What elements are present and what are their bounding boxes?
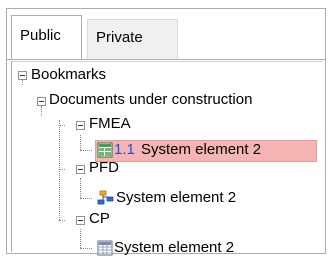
tab-public[interactable]: Public xyxy=(11,15,82,59)
collapse-toggle-bookmarks[interactable] xyxy=(18,71,27,80)
tab-strip: Public Private xyxy=(7,9,325,60)
tree-connector xyxy=(80,248,92,249)
tree-node-pfd-system-element-2[interactable]: System element 2 xyxy=(116,188,236,208)
bookmarks-panel: Public Private Bookmarks Documents under… xyxy=(6,8,326,256)
tree-node-cp-system-element-2[interactable]: System element 2 xyxy=(114,238,234,258)
fmea-child-prefix: 1.1 xyxy=(114,141,135,158)
collapse-toggle-fmea[interactable] xyxy=(76,121,85,130)
tree-node-fmea[interactable]: FMEA xyxy=(89,114,131,134)
tree-connector xyxy=(80,178,81,198)
tree-node-cp[interactable]: CP xyxy=(89,209,110,229)
tree-node-pfd[interactable]: PFD xyxy=(89,158,119,178)
tree-connector xyxy=(80,229,81,248)
collapse-toggle-documents[interactable] xyxy=(37,97,46,106)
collapse-toggle-cp[interactable] xyxy=(76,216,85,225)
tab-private[interactable]: Private xyxy=(87,19,178,59)
tree-connector xyxy=(59,125,65,126)
fmea-grid-icon xyxy=(97,142,113,158)
tree-connector xyxy=(59,120,60,220)
tree-connector xyxy=(41,106,42,116)
tree-node-documents-under-construction[interactable]: Documents under construction xyxy=(49,90,252,110)
tree-node-bookmarks[interactable]: Bookmarks xyxy=(31,65,106,85)
tree-connector xyxy=(80,135,81,150)
tree-connector xyxy=(80,198,92,199)
tree-connector xyxy=(59,169,65,170)
tree-connector xyxy=(80,150,92,151)
control-plan-icon xyxy=(97,240,113,256)
tab-divider xyxy=(7,59,325,60)
tree-connector xyxy=(59,220,65,221)
process-flow-icon xyxy=(97,190,114,205)
bookmark-tree[interactable]: Bookmarks Documents under construction F… xyxy=(11,61,322,256)
fmea-child-label: System element 2 xyxy=(141,141,262,158)
collapse-toggle-pfd[interactable] xyxy=(76,165,85,174)
